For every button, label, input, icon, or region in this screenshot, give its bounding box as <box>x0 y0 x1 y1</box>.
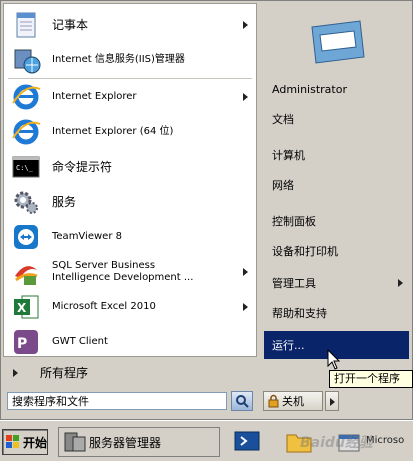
command-prompt-icon: C:\_ <box>10 151 42 183</box>
start-label: 开始 <box>23 435 48 450</box>
program-label: Microsoft Excel 2010 <box>52 301 156 312</box>
shutdown-label: 关机 <box>282 395 304 408</box>
watermark-text: Baidu经验 <box>300 435 373 451</box>
sql-server-icon <box>10 256 42 288</box>
program-iis-manager[interactable]: Internet 信息服务(IIS)管理器 <box>8 43 254 77</box>
program-label: 服务 <box>52 195 77 209</box>
svg-text:X: X <box>17 301 27 315</box>
place-label: 控制面板 <box>272 215 316 228</box>
shutdown-options-button[interactable] <box>325 391 339 411</box>
program-notepad[interactable]: 记事本 <box>8 8 254 42</box>
program-label: 记事本 <box>52 18 89 32</box>
user-picture-icon <box>311 20 365 64</box>
start-button[interactable]: 开始 <box>2 429 48 455</box>
iis-manager-icon <box>10 44 42 76</box>
submenu-arrow-icon <box>243 21 248 29</box>
place-label: 文档 <box>272 113 294 126</box>
program-teamviewer[interactable]: TeamViewer 8 <box>8 220 254 254</box>
windows-logo-icon <box>6 435 19 448</box>
program-label: TeamViewer 8 <box>52 231 122 242</box>
program-label: SQL Server Business Intelligence Develop… <box>52 260 193 284</box>
place-label: 网络 <box>272 179 294 192</box>
place-label: 帮助和支持 <box>272 307 327 320</box>
place-devices-printers[interactable]: 设备和打印机 <box>264 237 409 265</box>
notepad-icon <box>10 9 42 41</box>
places-panel: Administrator 文档 计算机 网络 控制面板 设备和打印机 管理工具… <box>260 3 411 386</box>
programs-panel: 记事本 Internet 信息服务(IIS)管理器 Internet Explo… <box>3 3 257 357</box>
internet-explorer-64-icon <box>10 116 42 148</box>
services-icon <box>10 186 42 218</box>
place-label: 计算机 <box>272 149 305 162</box>
program-sql-server-bi[interactable]: SQL Server Business Intelligence Develop… <box>8 255 254 289</box>
lock-icon <box>268 394 279 408</box>
svg-text:P: P <box>17 336 27 352</box>
program-internet-explorer-64[interactable]: Internet Explorer (64 位) <box>8 115 254 149</box>
run-tooltip: 打开一个程序 <box>329 370 413 388</box>
teamviewer-icon <box>10 221 42 253</box>
place-documents[interactable]: 文档 <box>264 105 409 133</box>
internet-explorer-icon <box>10 81 42 113</box>
all-programs[interactable]: 所有程序 <box>3 362 257 384</box>
place-label: 设备和打印机 <box>272 245 338 258</box>
shutdown-button[interactable]: 关机 <box>263 391 323 411</box>
taskbar-server-manager[interactable]: 服务器管理器 <box>58 427 220 457</box>
gwt-client-icon: P <box>10 326 42 358</box>
user-picture[interactable] <box>306 17 370 69</box>
search-input[interactable]: 搜索程序和文件 <box>7 392 227 410</box>
program-label-line2: Intelligence Development ... <box>52 272 194 283</box>
server-manager-icon <box>64 432 86 452</box>
program-label: GWT Client <box>52 336 108 347</box>
powershell-icon <box>234 431 260 451</box>
place-computer[interactable]: 计算机 <box>264 141 409 169</box>
program-services[interactable]: 服务 <box>8 185 254 219</box>
place-control-panel[interactable]: 控制面板 <box>264 207 409 235</box>
program-label: Internet 信息服务(IIS)管理器 <box>52 54 185 65</box>
place-administrator[interactable]: Administrator <box>264 75 409 103</box>
svg-text:C:\_: C:\_ <box>16 164 34 172</box>
place-admin-tools[interactable]: 管理工具 <box>264 269 409 297</box>
search-button[interactable] <box>231 391 253 411</box>
excel-icon: X <box>10 291 42 323</box>
place-label: 运行... <box>272 339 305 352</box>
place-help-support[interactable]: 帮助和支持 <box>264 299 409 327</box>
search-input-value: 搜索程序和文件 <box>12 395 89 408</box>
place-network[interactable]: 网络 <box>264 171 409 199</box>
program-label-line1: SQL Server Business <box>52 260 156 271</box>
submenu-arrow-icon <box>398 279 403 287</box>
submenu-arrow-icon <box>243 93 248 101</box>
program-internet-explorer[interactable]: Internet Explorer <box>8 80 254 114</box>
program-label: Internet Explorer <box>52 91 137 102</box>
divider <box>8 78 252 79</box>
all-programs-arrow-icon <box>13 369 18 377</box>
search-icon <box>236 395 249 408</box>
submenu-arrow-icon <box>243 303 248 311</box>
program-command-prompt[interactable]: C:\_ 命令提示符 <box>8 150 254 184</box>
all-programs-label: 所有程序 <box>40 366 89 380</box>
start-menu: 记事本 Internet 信息服务(IIS)管理器 Internet Explo… <box>0 0 413 420</box>
server-manager-label: 服务器管理器 <box>89 435 162 450</box>
program-label: 命令提示符 <box>52 160 113 174</box>
tooltip-text: 打开一个程序 <box>334 372 400 385</box>
program-gwt-client[interactable]: P GWT Client <box>8 325 254 359</box>
place-label: 管理工具 <box>272 277 316 290</box>
taskbar-powershell[interactable] <box>232 427 262 455</box>
program-label: Internet Explorer (64 位) <box>52 126 174 137</box>
program-excel-2010[interactable]: X Microsoft Excel 2010 <box>8 290 254 324</box>
chevron-right-icon <box>330 398 335 406</box>
place-label: Administrator <box>272 82 347 96</box>
submenu-arrow-icon <box>243 268 248 276</box>
mouse-cursor-icon <box>327 349 341 370</box>
